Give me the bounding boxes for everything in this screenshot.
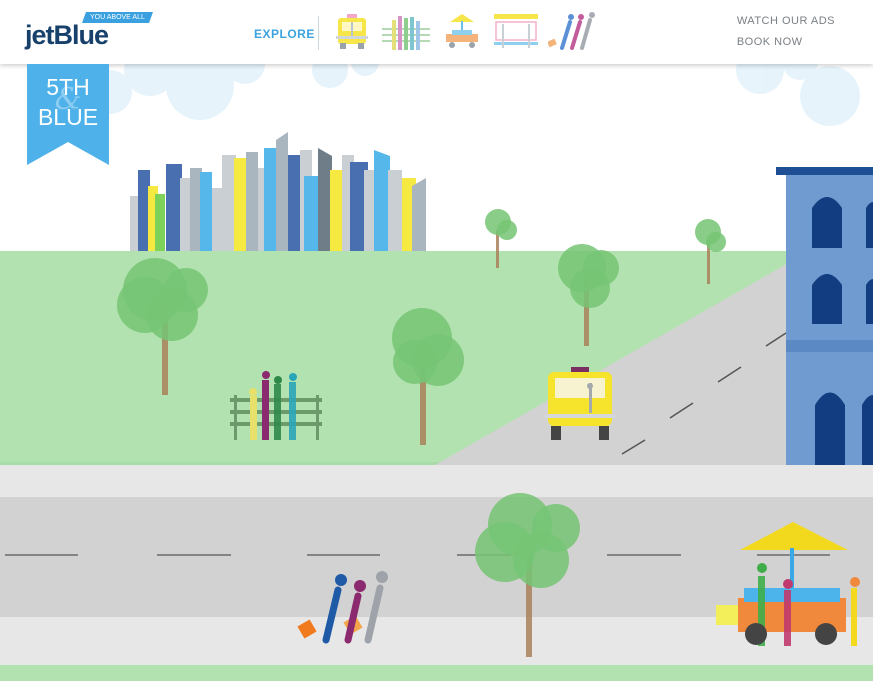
logo-text: jetBlue [25, 20, 109, 50]
blue-building [776, 167, 873, 465]
watch-ads-link[interactable]: WATCH OUR ADS [737, 15, 835, 27]
sky-clouds [88, 64, 860, 126]
header-right-links: WATCH OUR ADS BOOK NOW [737, 15, 835, 57]
bus-stop-nav-icon[interactable] [492, 12, 540, 52]
badge-line-3: BLUE [37, 104, 99, 130]
fifth-and-blue-badge[interactable]: 5TH & BLUE [27, 64, 109, 165]
book-now-link[interactable]: BOOK NOW [737, 36, 835, 48]
city-scene [0, 64, 873, 681]
nav-divider [318, 16, 319, 50]
taxi-nav-icon[interactable] [334, 12, 370, 52]
food-cart-nav-icon[interactable] [442, 12, 482, 52]
jetblue-logo[interactable]: YOU ABOVE ALL jetBlue [24, 12, 154, 54]
top-header: YOU ABOVE ALL jetBlue EXPLORE WATCH OUR … [0, 0, 873, 64]
bench-people-nav-icon[interactable] [382, 12, 430, 52]
travelers-nav-icon[interactable] [548, 12, 598, 52]
explore-link[interactable]: EXPLORE [254, 27, 315, 41]
bottom-lawn [0, 665, 873, 681]
skyline [130, 132, 426, 252]
sidewalk-upper [0, 465, 873, 497]
